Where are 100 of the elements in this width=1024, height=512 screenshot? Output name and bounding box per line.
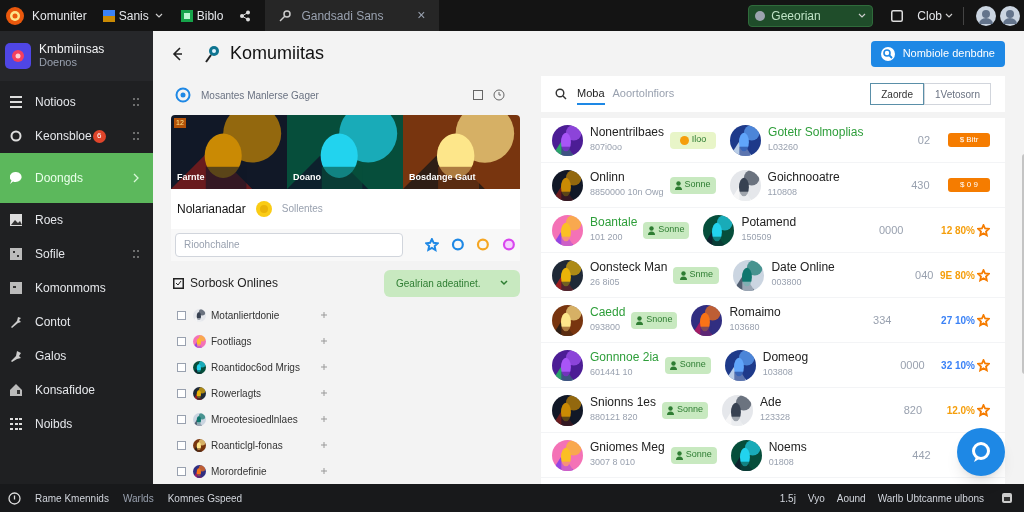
status-badge: Iloo — [670, 131, 717, 149]
sidebar-item[interactable]: Keonsbloe 6 — [0, 119, 153, 153]
back-arrow-icon[interactable] — [172, 46, 182, 61]
item-subtitle: 150509 — [741, 231, 773, 244]
app-tab[interactable]: Sanis — [100, 4, 165, 27]
pin-icon — [321, 312, 327, 318]
search-icon — [880, 46, 895, 61]
item-subtitle: 601441 10 — [590, 366, 634, 379]
item-name: Ade — [760, 395, 783, 410]
caret-icon — [945, 12, 953, 19]
panel-header: Mosantes Manlerse Gager — [201, 89, 320, 103]
sidebar-item[interactable]: Komonmoms — [0, 271, 153, 305]
star-icon[interactable] — [424, 237, 439, 252]
item-count: 430 — [910, 177, 930, 193]
close-button[interactable]: × — [417, 5, 426, 26]
status-badge: Sonne — [669, 176, 716, 194]
checkbox[interactable] — [177, 336, 186, 346]
item-name: Snionns 1es — [590, 395, 657, 410]
search-tab[interactable]: Gandsadi Sans × — [265, 0, 440, 31]
wrench-icon — [10, 350, 22, 362]
notification-badge: 6 — [92, 129, 106, 143]
item-subtitle: L03260 — [768, 141, 800, 154]
caret-icon — [858, 12, 867, 19]
profile-name: Nolarianadar — [177, 200, 246, 218]
item-name: Boantale — [590, 215, 638, 230]
tab-icon — [102, 9, 115, 22]
checkbox[interactable] — [177, 362, 186, 372]
item-count: 02 — [916, 132, 931, 148]
item-name: Gotetr Solmoplias — [768, 125, 864, 140]
banner-caption: Doano — [293, 171, 321, 185]
item-count: 820 — [902, 402, 923, 418]
tag: $ 0 9 — [948, 178, 990, 192]
star-icon — [977, 268, 990, 282]
window-icon[interactable] — [891, 9, 904, 22]
share-icon[interactable] — [239, 9, 252, 22]
search-icon[interactable] — [555, 88, 567, 100]
status-dropdown[interactable]: Geeorian — [748, 4, 874, 27]
pin-icon — [321, 338, 327, 344]
checkbox[interactable] — [177, 310, 186, 320]
star-icon — [977, 403, 990, 417]
footer-text: Vyo — [807, 491, 825, 506]
item-subtitle: 101 200 — [590, 231, 624, 244]
grid-icon — [10, 418, 22, 430]
percent-value: 27 10% — [941, 313, 975, 328]
user-menu[interactable]: Clob — [917, 6, 964, 25]
clock-icon[interactable] — [493, 89, 505, 102]
person-icon — [667, 405, 675, 415]
item-subtitle: 123328 — [760, 411, 791, 424]
item-name: Nonentrilbaes — [590, 125, 665, 140]
item-count: 0000 — [899, 357, 925, 373]
filter-dropdown[interactable]: Gealrian adeatinet. — [384, 270, 520, 297]
member-name: Morordefinie — [211, 464, 267, 479]
item-count: 442 — [911, 447, 931, 463]
item-subtitle: 880121 820 — [590, 411, 639, 424]
sidebar-subtitle: Doenos — [39, 56, 78, 69]
member-name: Footliags — [211, 334, 252, 349]
status-badge: Snone — [631, 311, 678, 329]
sidebar-item[interactable]: Notioos — [0, 85, 153, 119]
sidebar-item[interactable]: Roes — [0, 203, 153, 237]
search-field[interactable]: Rioohchalne — [175, 232, 403, 257]
footer-text: Komnes Gspeed — [167, 491, 243, 506]
tile-icon — [10, 248, 22, 260]
section-title: Sorbosk Onlines — [190, 275, 280, 293]
person-icon — [669, 360, 677, 370]
status-badge: Sonne — [662, 401, 709, 419]
sidebar-item[interactable]: Galos — [0, 339, 153, 373]
chevron-icon — [133, 173, 139, 183]
person-icon — [679, 270, 687, 280]
item-name: Potamend — [741, 215, 797, 230]
avatar-icon[interactable] — [1000, 5, 1020, 26]
checkbox[interactable] — [177, 414, 186, 424]
sidebar-item[interactable]: Sofile — [0, 237, 153, 271]
action-button[interactable]: Nombiole denbdne — [870, 40, 1005, 67]
percent-value: 12.0% — [946, 403, 975, 418]
footer-text: 1.5j — [779, 491, 796, 506]
checkbox[interactable] — [177, 388, 186, 398]
segment-button[interactable]: 1Vetosorn — [923, 83, 991, 105]
app-tab[interactable]: Biblo — [178, 4, 226, 27]
page-title: Komumiitas — [230, 42, 325, 65]
member-name: Mroeotesioedlnlaes — [211, 412, 298, 427]
item-name: Goichnooatre — [767, 170, 840, 185]
item-name: Oonsteck Man — [590, 260, 668, 275]
member-name: Roanticlgl-fonas — [211, 438, 283, 453]
sidebar-item[interactable]: Noibds — [0, 407, 153, 441]
item-subtitle: 110808 — [767, 186, 798, 199]
power-icon[interactable] — [8, 491, 21, 505]
avatar-icon[interactable] — [976, 5, 996, 26]
sidebar-item[interactable]: Konsafidoe — [0, 373, 153, 407]
item-subtitle: 807i0oo — [590, 141, 624, 154]
item-subtitle: 3007 8 010 — [590, 456, 637, 469]
tab[interactable]: Moba — [577, 83, 605, 105]
checkbox[interactable] — [177, 466, 186, 476]
sidebar-item[interactable]: Contot — [0, 305, 153, 339]
calendar-icon[interactable] — [1002, 493, 1012, 503]
segment-button[interactable]: Zaorde — [870, 83, 924, 105]
checkbox[interactable] — [177, 440, 186, 450]
item-name: Gonnnoe 2ia — [590, 350, 659, 365]
square-icon[interactable] — [473, 90, 483, 101]
footer-text: Rame Kmennids — [35, 491, 109, 506]
coin-icon — [255, 200, 272, 217]
